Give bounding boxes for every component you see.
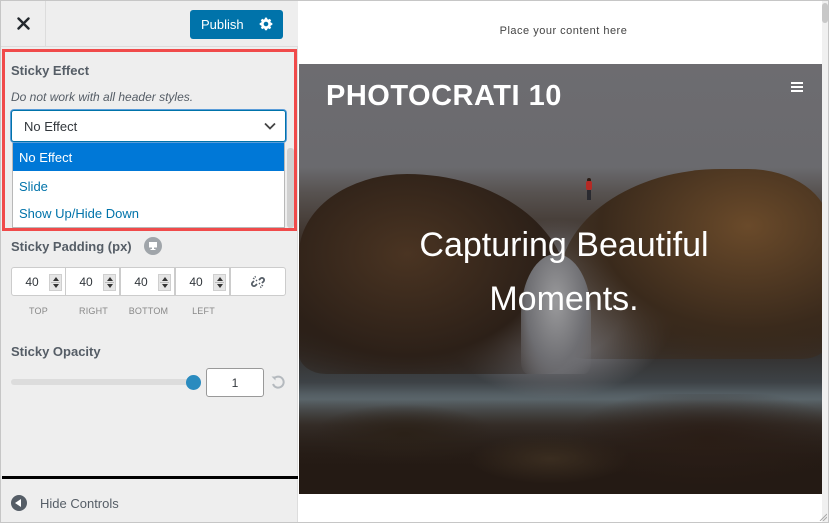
padding-bottom-stepper[interactable]	[158, 274, 171, 291]
hero-image-person	[586, 178, 592, 200]
padding-top-label: TOP	[29, 306, 48, 316]
padding-left-stepper[interactable]	[213, 274, 226, 291]
hide-controls-label: Hide Controls	[40, 495, 119, 511]
padding-right-input[interactable]: 40	[65, 267, 120, 296]
sticky-opacity-title: Sticky Opacity	[11, 344, 101, 359]
padding-bottom-label: BOTTOM	[128, 306, 169, 316]
preview-scrollbar[interactable]	[822, 1, 828, 522]
padding-right-value: 40	[79, 274, 93, 289]
gear-icon[interactable]	[259, 17, 273, 31]
sticky-padding-title: Sticky Padding (px)	[11, 239, 132, 254]
padding-left-value: 40	[189, 274, 203, 289]
resize-grip-icon[interactable]	[819, 513, 827, 521]
preview-top-bar: Place your content here	[299, 1, 828, 64]
padding-bottom-value: 40	[134, 274, 148, 289]
divider	[2, 476, 298, 479]
desktop-icon[interactable]	[144, 237, 162, 255]
hide-controls-button[interactable]: Hide Controls	[11, 495, 119, 511]
link-values-button[interactable]	[230, 267, 286, 296]
monitor-glyph	[149, 242, 157, 250]
padding-right-label: RIGHT	[79, 306, 108, 316]
reset-icon[interactable]	[270, 374, 286, 390]
sticky-padding-inputs: 40 40 40 40	[11, 267, 286, 296]
publish-label: Publish	[201, 17, 244, 32]
headline-line-2: Moments.	[489, 280, 639, 318]
site-title[interactable]: PHOTOCRATI 10	[326, 80, 562, 113]
highlight-annotation-box	[2, 49, 297, 231]
hero-image-foreground	[299, 394, 823, 494]
close-button[interactable]	[1, 1, 46, 46]
hero-section: PHOTOCRATI 10 Capturing Beautiful Moment…	[299, 64, 823, 494]
publish-button[interactable]: Publish	[190, 10, 283, 39]
opacity-value-input[interactable]: 1	[206, 368, 264, 397]
padding-top-value: 40	[25, 274, 39, 289]
unlink-icon	[251, 275, 265, 288]
padding-top-input[interactable]: 40	[11, 267, 66, 296]
customizer-sidebar: Publish Sticky Effect Do not work with a…	[1, 1, 298, 522]
close-icon	[16, 17, 30, 30]
padding-bottom-input[interactable]: 40	[120, 267, 175, 296]
preview-scrollbar-thumb[interactable]	[822, 3, 828, 23]
headline-line-1: Capturing Beautiful	[419, 226, 709, 264]
top-bar-text: Place your content here	[499, 25, 628, 37]
hero-headline: Capturing Beautiful Moments.	[299, 218, 823, 326]
collapse-arrow-icon	[11, 495, 27, 511]
padding-left-input[interactable]: 40	[175, 267, 230, 296]
opacity-slider-track[interactable]	[11, 379, 193, 385]
padding-top-stepper[interactable]	[49, 274, 62, 291]
site-preview: Place your content here PHOTOCRATI 10 Ca…	[299, 1, 828, 522]
padding-right-stepper[interactable]	[103, 274, 116, 291]
padding-left-label: LEFT	[192, 306, 215, 316]
hamburger-menu-icon[interactable]	[791, 82, 803, 92]
customizer-header: Publish	[1, 1, 298, 47]
opacity-value: 1	[231, 375, 239, 390]
opacity-slider-handle[interactable]	[186, 375, 201, 390]
